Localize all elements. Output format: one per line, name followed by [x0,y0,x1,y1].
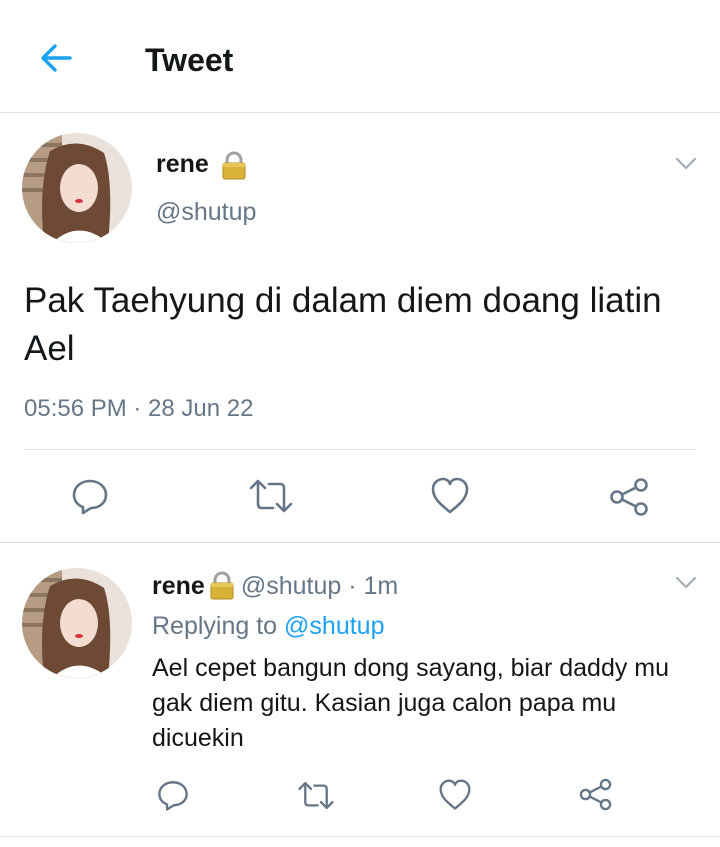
reply-icon[interactable] [70,476,110,516]
arrow-left-icon [41,44,72,72]
avatar[interactable] [22,133,132,243]
author-handle[interactable]: @shutup [156,198,256,227]
author-handle[interactable]: @shutup [241,572,341,600]
divider [0,542,720,543]
retweet-icon[interactable] [247,476,295,516]
reply-icon[interactable] [156,778,190,812]
chevron-down-icon[interactable] [674,156,698,172]
back-button[interactable] [36,38,76,78]
tweet-text: Pak Taehyung di dalam diem doang liatin … [24,281,662,368]
share-icon[interactable] [578,777,613,812]
avatar[interactable] [22,568,132,678]
reply-header: rene @shutup · 1m [152,570,398,601]
replying-to: Replying to @shutup [152,612,384,641]
top-bar: Tweet [0,0,720,113]
like-icon[interactable] [438,779,472,811]
author-name[interactable]: rene [156,150,209,179]
separator-dot: · [341,572,364,600]
reply-time: 1m [363,572,399,600]
divider [24,449,696,450]
mention-link[interactable]: @shutup [284,612,384,640]
author-name[interactable]: rene [152,572,205,600]
lock-icon [210,571,234,600]
retweet-icon[interactable] [296,779,336,812]
replying-prefix: Replying to [152,612,278,640]
reply-text: Ael cepet bangun dong sayang, biar daddy… [152,654,670,752]
like-icon[interactable] [430,477,470,515]
tweet-timestamp: 05:56 PM · 28 Jun 22 [24,395,254,422]
chevron-down-icon[interactable] [674,575,698,591]
divider [0,836,720,837]
lock-icon [222,151,246,180]
page-title: Tweet [145,42,234,78]
share-icon[interactable] [608,476,650,518]
